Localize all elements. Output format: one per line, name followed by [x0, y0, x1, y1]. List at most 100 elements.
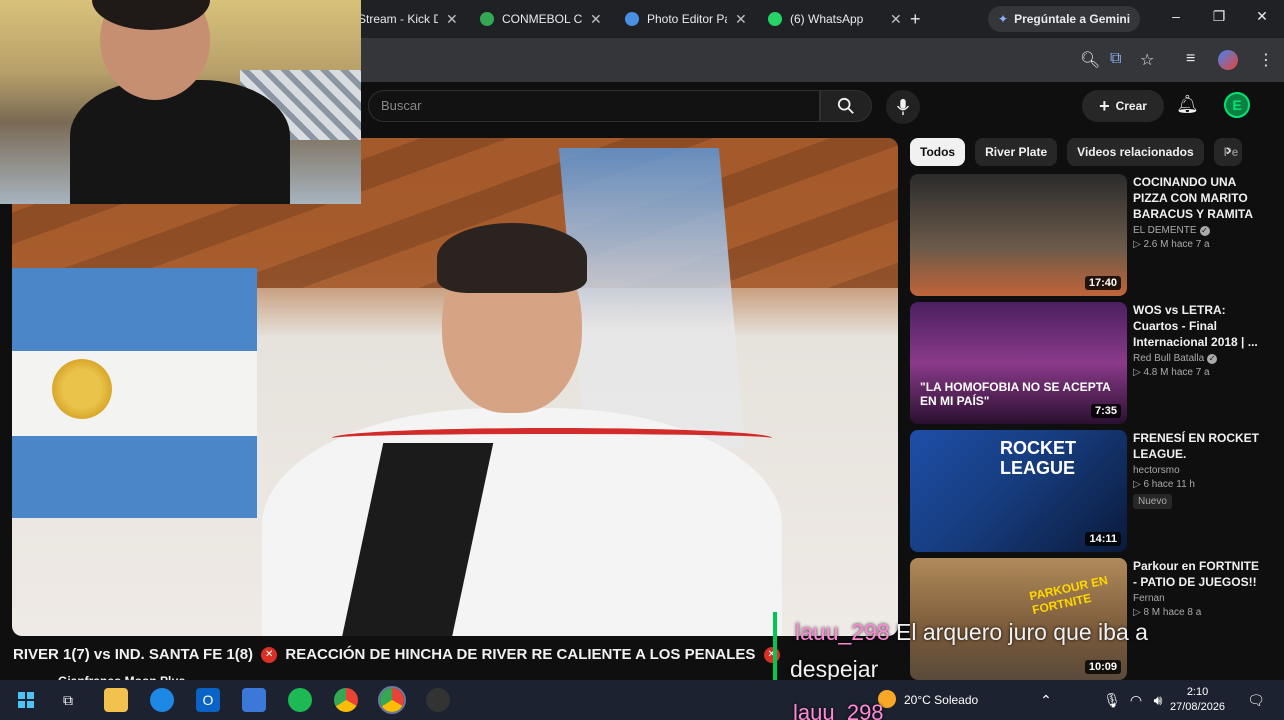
chevron-right-icon[interactable]: ›	[1226, 142, 1231, 160]
channel-name[interactable]: Red Bull Batalla	[1133, 353, 1204, 364]
recommendation-item[interactable]: ROCKET LEAGUE 14:11 FRENESÍ EN ROCKET LE…	[910, 430, 1270, 552]
microphone-icon[interactable]: 🎙︎	[1100, 688, 1124, 712]
red-x-emoji-icon: ✕	[763, 647, 780, 664]
recommendation-item[interactable]: "LA HOMOFOBIA NO SE ACEPTA EN MI PAÍS" 7…	[910, 302, 1270, 424]
close-window-button[interactable]: ✕	[1252, 8, 1272, 25]
new-badge: Nuevo	[1133, 494, 1172, 509]
video-frame-person	[262, 223, 782, 636]
cast-icon[interactable]: ⧉	[1110, 50, 1121, 68]
gemini-label: Pregúntale a Gemini	[1014, 12, 1131, 26]
chip-videos-relacionados[interactable]: Videos relacionados	[1067, 138, 1204, 166]
search-input[interactable]: Buscar	[368, 90, 820, 122]
chat-username: lauu_298	[793, 700, 884, 720]
verified-check-icon: ✓	[1207, 354, 1218, 364]
zoom-icon[interactable]: 🔍︎	[1080, 50, 1100, 70]
bookmark-star-icon[interactable]: ☆	[1140, 50, 1154, 70]
close-icon[interactable]: ✕	[890, 11, 902, 28]
file-explorer-icon[interactable]	[104, 688, 128, 712]
tab-conmebol[interactable]: CONMEBOL Co ✕	[480, 6, 602, 32]
chrome-active-icon[interactable]	[378, 686, 406, 714]
spotify-icon[interactable]	[288, 688, 312, 712]
search-button[interactable]	[820, 90, 872, 122]
video-thumbnail[interactable]: ROCKET LEAGUE 14:11	[910, 430, 1127, 552]
chip-river-plate[interactable]: River Plate	[975, 138, 1058, 166]
chat-text: El arquero juro que iba a	[896, 619, 1148, 645]
filter-chips: Todos River Plate Videos relacionados Pe	[910, 138, 1242, 166]
recommendation-item[interactable]: 17:40 COCINANDO UNA PIZZA CON MARITO BAR…	[910, 174, 1270, 296]
microsoft-store-icon[interactable]	[242, 688, 266, 712]
tab-label: Photo Editor Pa	[647, 12, 727, 26]
channel-name[interactable]: EL DEMENTE	[1133, 225, 1197, 236]
video-player[interactable]	[12, 138, 898, 636]
tab-photo-editor[interactable]: Photo Editor Pa ✕	[625, 6, 747, 32]
notifications-bell-icon[interactable]: 🔔︎	[1176, 94, 1199, 115]
close-icon[interactable]: ✕	[446, 11, 458, 28]
microphone-icon	[897, 98, 909, 116]
avatar[interactable]: E	[1224, 92, 1250, 118]
video-thumbnail[interactable]: "LA HOMOFOBIA NO SE ACEPTA EN MI PAÍS" 7…	[910, 302, 1127, 424]
tab-label: CONMEBOL Co	[502, 12, 582, 26]
close-icon[interactable]: ✕	[590, 11, 602, 28]
duration-badge: 14:11	[1085, 532, 1121, 546]
tab-whatsapp[interactable]: (6) WhatsApp ✕	[768, 6, 902, 32]
chrome-icon[interactable]	[334, 688, 358, 712]
video-title-match: RIVER 1(7) vs IND. SANTA FE 1(8)	[13, 646, 254, 663]
recommendation-title[interactable]: FRENESÍ EN ROCKET LEAGUE.	[1133, 430, 1263, 462]
create-label: Crear	[1115, 99, 1147, 113]
maximize-button[interactable]: ❐	[1209, 8, 1229, 25]
chevron-up-icon[interactable]: ⌃	[1034, 688, 1058, 712]
volume-icon[interactable]: 🔊︎	[1146, 688, 1170, 712]
voice-search-button[interactable]	[886, 90, 920, 124]
create-button[interactable]: + Crear	[1082, 90, 1164, 122]
edge-browser-icon[interactable]	[150, 688, 174, 712]
new-tab-button[interactable]: +	[910, 6, 921, 32]
chat-message-continued: despejar	[790, 656, 878, 683]
tab-label: Stream - Kick D	[358, 12, 438, 26]
whatsapp-favicon-icon	[768, 12, 782, 26]
recommendation-title[interactable]: Parkour en FORTNITE - PATIO DE JUEGOS!!	[1133, 558, 1263, 590]
task-view-icon[interactable]: ⧉	[56, 688, 80, 712]
video-title: RIVER 1(7) vs IND. SANTA FE 1(8) ✕ REACC…	[13, 646, 784, 664]
channel-name[interactable]: hectorsmo	[1133, 465, 1180, 476]
duration-badge: 7:35	[1090, 404, 1121, 418]
recommendation-title[interactable]: WOS vs LETRA: Cuartos - Final Internacio…	[1133, 302, 1263, 350]
minimize-button[interactable]: –	[1166, 8, 1186, 24]
profile-avatar[interactable]	[1218, 50, 1238, 70]
verified-check-icon: ✓	[1199, 226, 1210, 236]
chat-text: despejar	[790, 656, 879, 682]
tab-label: (6) WhatsApp	[790, 12, 864, 26]
gemini-sparkle-icon: ✦	[998, 12, 1009, 26]
weather-text[interactable]: 20°C Soleado	[904, 693, 978, 707]
clock-time: 2:10	[1186, 686, 1209, 698]
clock-date: 27/08/2026	[1170, 701, 1226, 713]
video-thumbnail[interactable]: 17:40	[910, 174, 1127, 296]
photo-editor-favicon-icon	[625, 12, 639, 26]
plus-icon: +	[1099, 95, 1110, 116]
tab-kick[interactable]: Stream - Kick D ✕	[358, 6, 458, 32]
video-stats: ▷ 2.6 M hace 7 a	[1133, 239, 1210, 250]
close-icon[interactable]: ✕	[735, 11, 747, 28]
video-stats: ▷ 8 M hace 8 a	[1133, 607, 1202, 618]
windows-start-icon[interactable]	[14, 688, 38, 712]
reading-list-icon[interactable]: ≡	[1186, 50, 1195, 68]
video-frame-argentina-flag	[12, 268, 257, 518]
wifi-icon[interactable]: ◠	[1124, 688, 1148, 712]
chat-message: lauu_298 El arquero juro que iba a	[795, 619, 1148, 646]
search-icon	[837, 97, 854, 114]
video-title-tail: REACCIÓN DE HINCHA DE RIVER RE CALIENTE …	[285, 646, 756, 663]
thumbnail-overlay-text: ROCKET LEAGUE	[1000, 438, 1076, 478]
channel-name[interactable]: Fernan	[1133, 593, 1165, 604]
recommendation-title[interactable]: COCINANDO UNA PIZZA CON MARITO BARACUS Y…	[1133, 174, 1263, 222]
chat-username: lauu_298	[795, 619, 890, 645]
chip-todos[interactable]: Todos	[910, 138, 966, 166]
clock[interactable]: 2:10 27/08/2026	[1170, 685, 1225, 715]
webcam-overlay	[0, 0, 361, 204]
obs-icon[interactable]	[426, 688, 450, 712]
windows-taskbar: ⧉ O 20°C Soleado ⌃ 🎙︎ ◠ 🔊︎ 2:10 27/08/20…	[0, 680, 1284, 720]
menu-kebab-icon[interactable]: ⋮	[1258, 50, 1274, 70]
red-x-emoji-icon: ✕	[261, 647, 278, 664]
outlook-icon[interactable]: O	[196, 688, 220, 712]
notifications-icon[interactable]: 🗨︎	[1244, 688, 1268, 712]
gemini-button[interactable]: ✦ Pregúntale a Gemini	[988, 6, 1140, 32]
video-stats: ▷ 4.8 M hace 7 a	[1133, 367, 1210, 378]
